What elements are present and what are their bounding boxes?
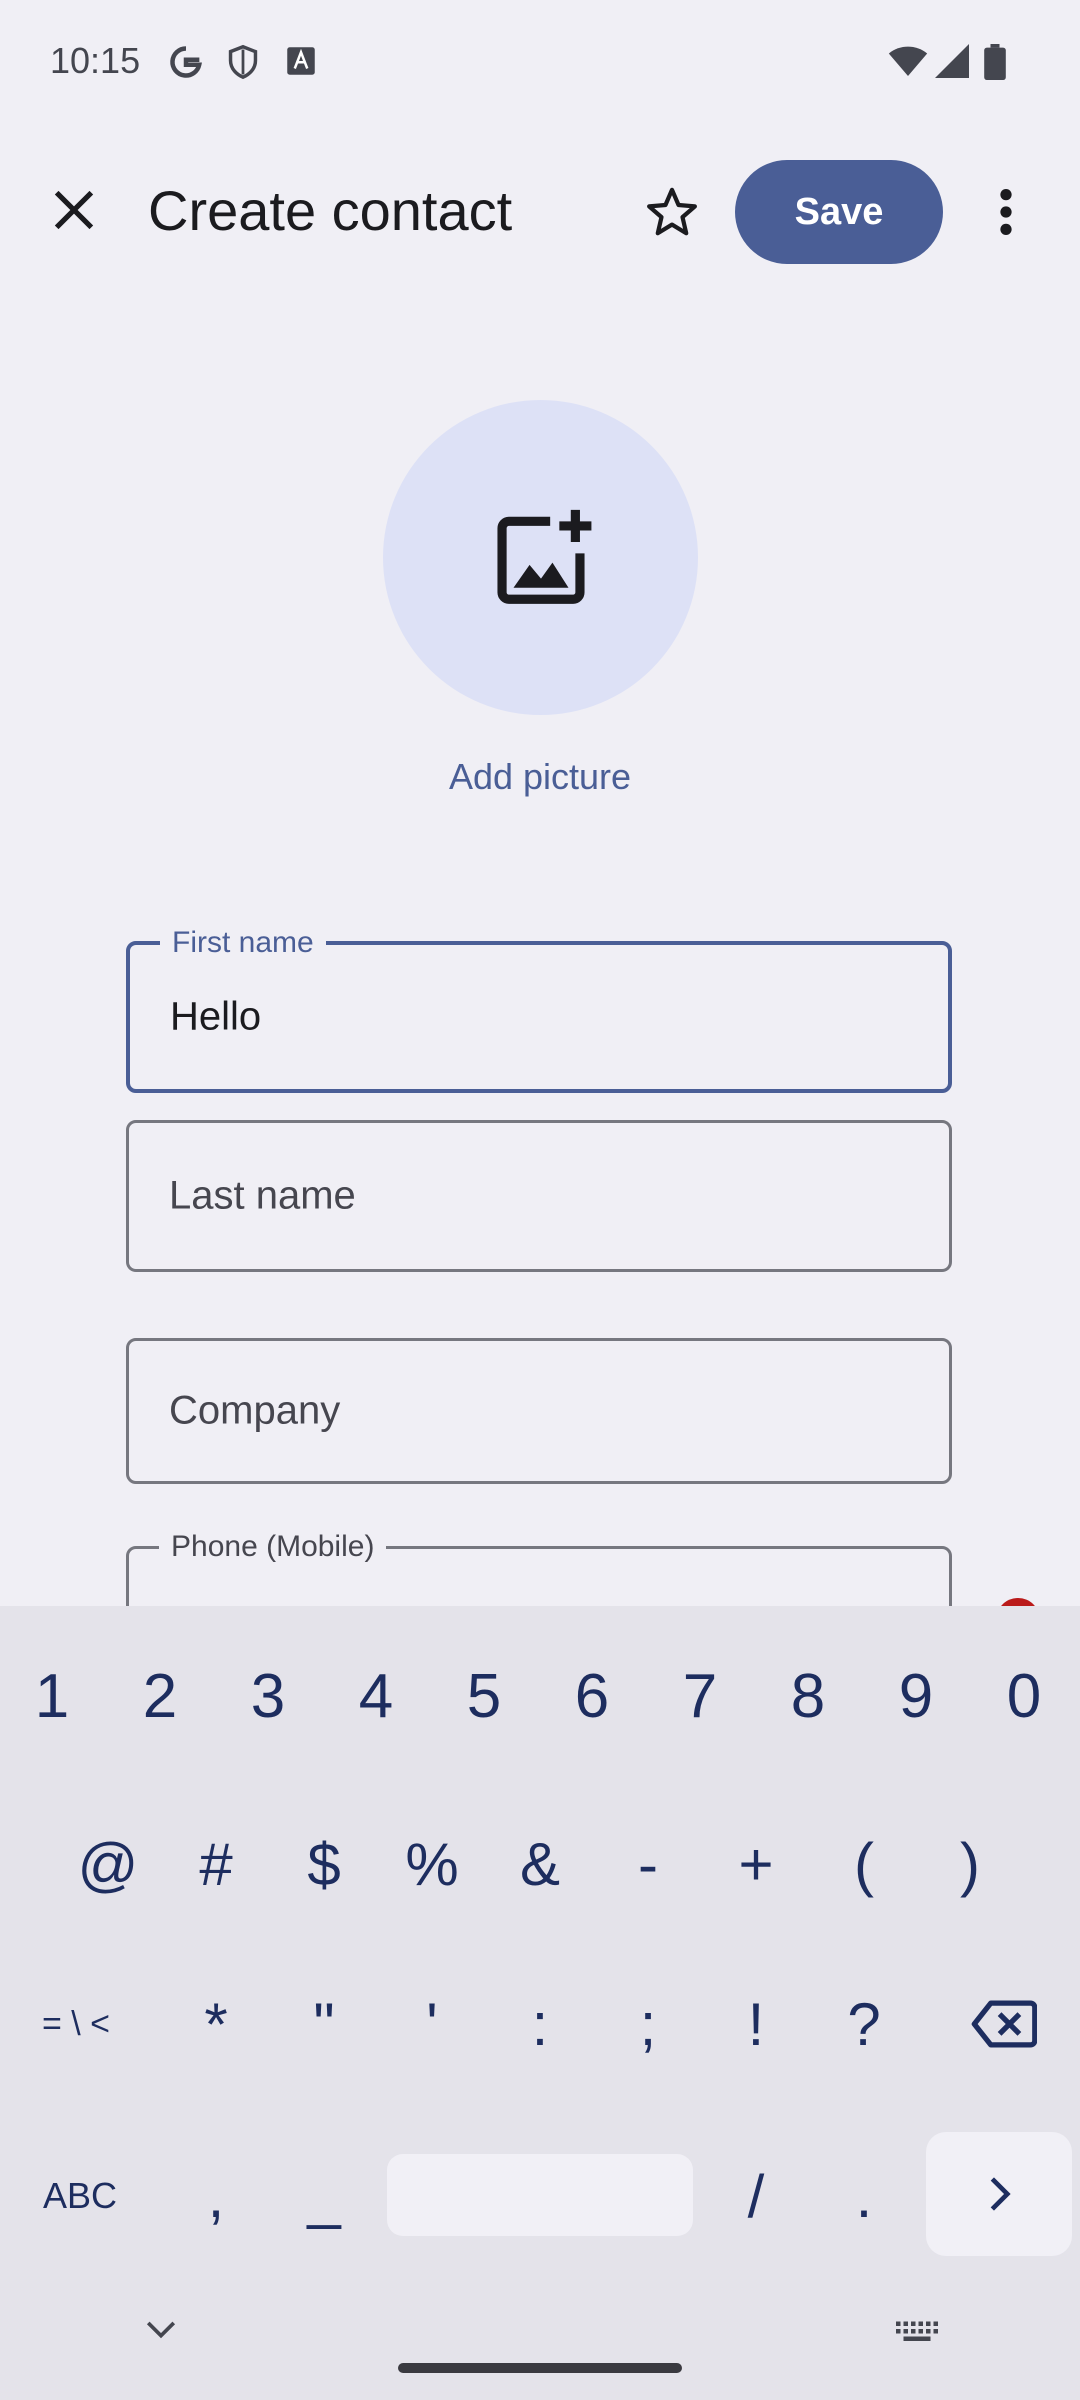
key-single-quote[interactable]: ' xyxy=(382,1974,482,2074)
key-slash[interactable]: / xyxy=(706,2146,806,2246)
key-close-paren[interactable]: ) xyxy=(920,1814,1020,1914)
page-title: Create contact xyxy=(148,179,513,242)
key-asterisk[interactable]: * xyxy=(166,1974,266,2074)
keyboard-icon xyxy=(896,2321,938,2341)
home-indicator[interactable] xyxy=(398,2363,682,2373)
close-button[interactable] xyxy=(48,184,100,241)
keyboard: 1 2 3 4 5 6 7 8 9 0 @ # $ % & - + ( ) = … xyxy=(0,1606,1080,2400)
key-4[interactable]: 4 xyxy=(326,1646,426,1746)
key-0[interactable]: 0 xyxy=(974,1646,1074,1746)
next-key[interactable] xyxy=(926,2132,1072,2256)
key-question[interactable]: ? xyxy=(814,1974,914,2074)
key-exclamation[interactable]: ! xyxy=(706,1974,806,2074)
key-colon[interactable]: : xyxy=(490,1974,590,2074)
space-key[interactable] xyxy=(387,2154,693,2236)
key-3[interactable]: 3 xyxy=(218,1646,318,1746)
key-double-quote[interactable]: " xyxy=(274,1974,374,2074)
company-field[interactable]: Company xyxy=(126,1338,952,1484)
font-icon xyxy=(286,44,316,83)
shield-icon xyxy=(226,44,260,85)
key-underscore[interactable]: _ xyxy=(274,2146,374,2246)
key-hash[interactable]: # xyxy=(166,1814,266,1914)
backspace-icon xyxy=(971,2000,1037,2048)
chevron-down-icon xyxy=(146,2321,176,2339)
battery-icon xyxy=(984,44,1006,85)
key-6[interactable]: 6 xyxy=(542,1646,642,1746)
add-photo-icon xyxy=(496,509,591,604)
add-picture-link[interactable]: Add picture xyxy=(0,756,1080,798)
google-icon xyxy=(168,44,204,85)
key-open-paren[interactable]: ( xyxy=(814,1814,914,1914)
backspace-key[interactable] xyxy=(954,1974,1054,2074)
key-minus[interactable]: - xyxy=(598,1814,698,1914)
abc-key[interactable]: ABC xyxy=(20,2146,140,2246)
last-name-field[interactable]: Last name xyxy=(126,1120,952,1272)
save-button[interactable]: Save xyxy=(735,160,943,264)
key-ampersand[interactable]: & xyxy=(490,1814,590,1914)
status-time: 10:15 xyxy=(50,40,141,81)
last-name-placeholder: Last name xyxy=(169,1173,356,1218)
signal-icon xyxy=(934,44,970,83)
star-icon xyxy=(647,187,697,236)
wifi-icon xyxy=(888,44,928,83)
key-8[interactable]: 8 xyxy=(758,1646,858,1746)
key-percent[interactable]: % xyxy=(382,1814,482,1914)
add-picture-avatar[interactable] xyxy=(383,400,698,715)
first-name-field[interactable]: First name Hello xyxy=(126,927,952,1093)
first-name-label: First name xyxy=(160,927,326,959)
key-7[interactable]: 7 xyxy=(650,1646,750,1746)
more-options-button[interactable] xyxy=(988,186,1024,243)
chevron-right-icon xyxy=(990,2177,1011,2211)
keyboard-switch-button[interactable] xyxy=(894,2320,940,2349)
key-dollar[interactable]: $ xyxy=(274,1814,374,1914)
key-period[interactable]: . xyxy=(814,2146,914,2246)
hide-keyboard-button[interactable] xyxy=(144,2318,178,2347)
key-1[interactable]: 1 xyxy=(2,1646,102,1746)
key-semicolon[interactable]: ; xyxy=(598,1974,698,2074)
key-at[interactable]: @ xyxy=(58,1814,158,1914)
key-2[interactable]: 2 xyxy=(110,1646,210,1746)
key-5[interactable]: 5 xyxy=(434,1646,534,1746)
company-placeholder: Company xyxy=(169,1388,341,1433)
more-vert-icon xyxy=(1000,189,1012,235)
key-comma[interactable]: , xyxy=(166,2146,266,2246)
key-plus[interactable]: + xyxy=(706,1814,806,1914)
key-more-symbols[interactable]: = \ < xyxy=(8,1974,144,2074)
close-icon xyxy=(54,190,94,230)
first-name-value: Hello xyxy=(170,994,262,1039)
favorite-button[interactable] xyxy=(644,184,700,245)
phone-label: Phone (Mobile) xyxy=(159,1531,387,1563)
key-9[interactable]: 9 xyxy=(866,1646,966,1746)
